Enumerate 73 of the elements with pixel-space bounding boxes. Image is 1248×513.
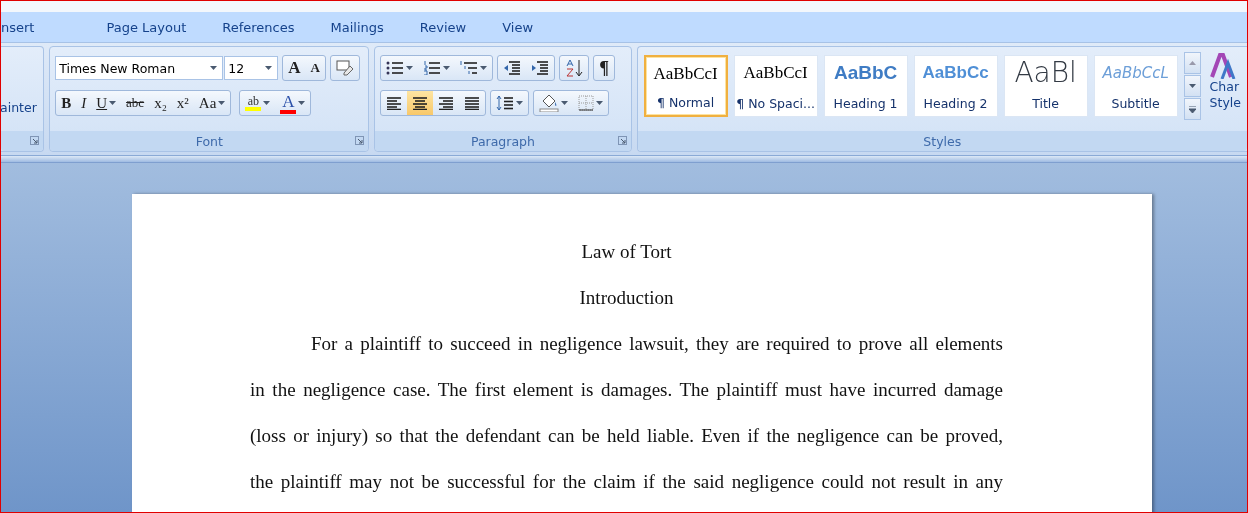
ribbon-tab[interactable]: Mailings (330, 19, 384, 35)
format-button[interactable]: x₂ (149, 91, 172, 115)
align-justify-icon (464, 96, 481, 110)
caret-icon (298, 101, 306, 105)
ribbon-tab[interactable]: View (502, 19, 534, 35)
eraser-icon (335, 60, 354, 76)
format-button[interactable]: I (76, 91, 92, 115)
more-styles-button[interactable] (1183, 98, 1201, 120)
align-button[interactable] (407, 91, 434, 115)
dialog-launcher-icon[interactable] (30, 136, 40, 145)
paragraph-line: For a plaintiff to succeed in negligence lawsuit, they are required to prove all elements (310, 332, 1003, 355)
align-right-icon (438, 96, 455, 110)
format-button[interactable]: abc (121, 91, 150, 115)
letter-a-icon (1209, 53, 1236, 79)
align-center-icon (412, 96, 429, 110)
dialog-launcher-icon[interactable] (355, 136, 365, 145)
paragraph-line: (loss or injury) so that the defendant can be held liable. Even if the negligence can be proved, (250, 424, 1003, 447)
scroll-down-button[interactable] (1183, 75, 1201, 97)
group-label: Paragraph (470, 133, 535, 149)
increase-indent-icon (531, 61, 550, 75)
caret-icon (263, 101, 271, 105)
format-button[interactable]: U (91, 91, 122, 115)
caret-icon (218, 101, 226, 105)
ribbon-tab[interactable]: Review (419, 19, 467, 35)
group-label: Font (195, 133, 223, 149)
font-size-field[interactable]: 12 (224, 56, 279, 80)
style-option[interactable]: AaBbCcI ¶ No Spaci... (733, 55, 818, 117)
highlight-button[interactable]: ab (240, 91, 276, 115)
caret-icon (596, 101, 604, 105)
line-spacing-icon (496, 95, 515, 111)
sort-icon (565, 59, 584, 77)
group-label: Styles (923, 133, 962, 149)
caret-icon (480, 66, 488, 70)
font-name-field[interactable]: Times New Roman (55, 56, 224, 80)
up-arrow-icon (1188, 61, 1196, 65)
border-grid-icon (578, 95, 595, 111)
ribbon-tab[interactable]: References (222, 19, 295, 35)
grow-font-button[interactable]: A (283, 56, 306, 80)
change-styles-button[interactable]: Char Style (1203, 47, 1247, 131)
font-color-button[interactable]: A (275, 91, 311, 115)
format-button[interactable]: x² (171, 91, 194, 115)
bullet-list-icon (386, 61, 405, 75)
paragraph-line: in the negligence case. The first element is damages. The plaintiff must have incurred damage (250, 378, 1003, 401)
numbered-list-icon (423, 61, 442, 75)
multilevel-list-icon (460, 61, 479, 75)
dialog-launcher-icon[interactable] (617, 136, 627, 145)
caret-icon (516, 101, 524, 105)
format-button[interactable]: B (56, 91, 77, 115)
show-formatting-button[interactable]: ¶ (594, 56, 615, 80)
style-option[interactable]: AaBbCc Heading 2 (913, 55, 998, 117)
style-option[interactable]: AaBbCcI ¶ Normal (643, 55, 728, 117)
more-icon (1188, 105, 1196, 113)
decrease-indent-icon (503, 61, 522, 75)
style-option[interactable]: AaBbCcL Subtitle (1093, 55, 1178, 117)
document-title: Law of Tort (580, 240, 673, 263)
caret-icon (561, 101, 569, 105)
caret-icon (443, 66, 451, 70)
document-heading: Introduction (578, 286, 675, 309)
caret-icon (210, 66, 218, 70)
paint-bucket-icon (539, 94, 560, 112)
caret-icon (265, 66, 273, 70)
caret-icon (1188, 84, 1196, 88)
format-button[interactable]: Aa (193, 91, 231, 115)
format-painter-label[interactable]: ainter (1, 100, 44, 115)
caret-icon (109, 101, 117, 105)
align-left-icon (386, 96, 403, 110)
ribbon-tab[interactable]: Page Layout (106, 19, 187, 35)
style-option[interactable]: AaBbC Heading 1 (823, 55, 908, 117)
shrink-font-button[interactable]: A (305, 56, 325, 80)
paragraph-line: the plaintiff may not be successful for the claim if the said negligence could not result in any (250, 470, 1003, 493)
ribbon-tab[interactable]: nsert (1, 19, 35, 35)
caret-icon (406, 66, 414, 70)
style-option[interactable]: AaBl Title (1003, 55, 1088, 117)
